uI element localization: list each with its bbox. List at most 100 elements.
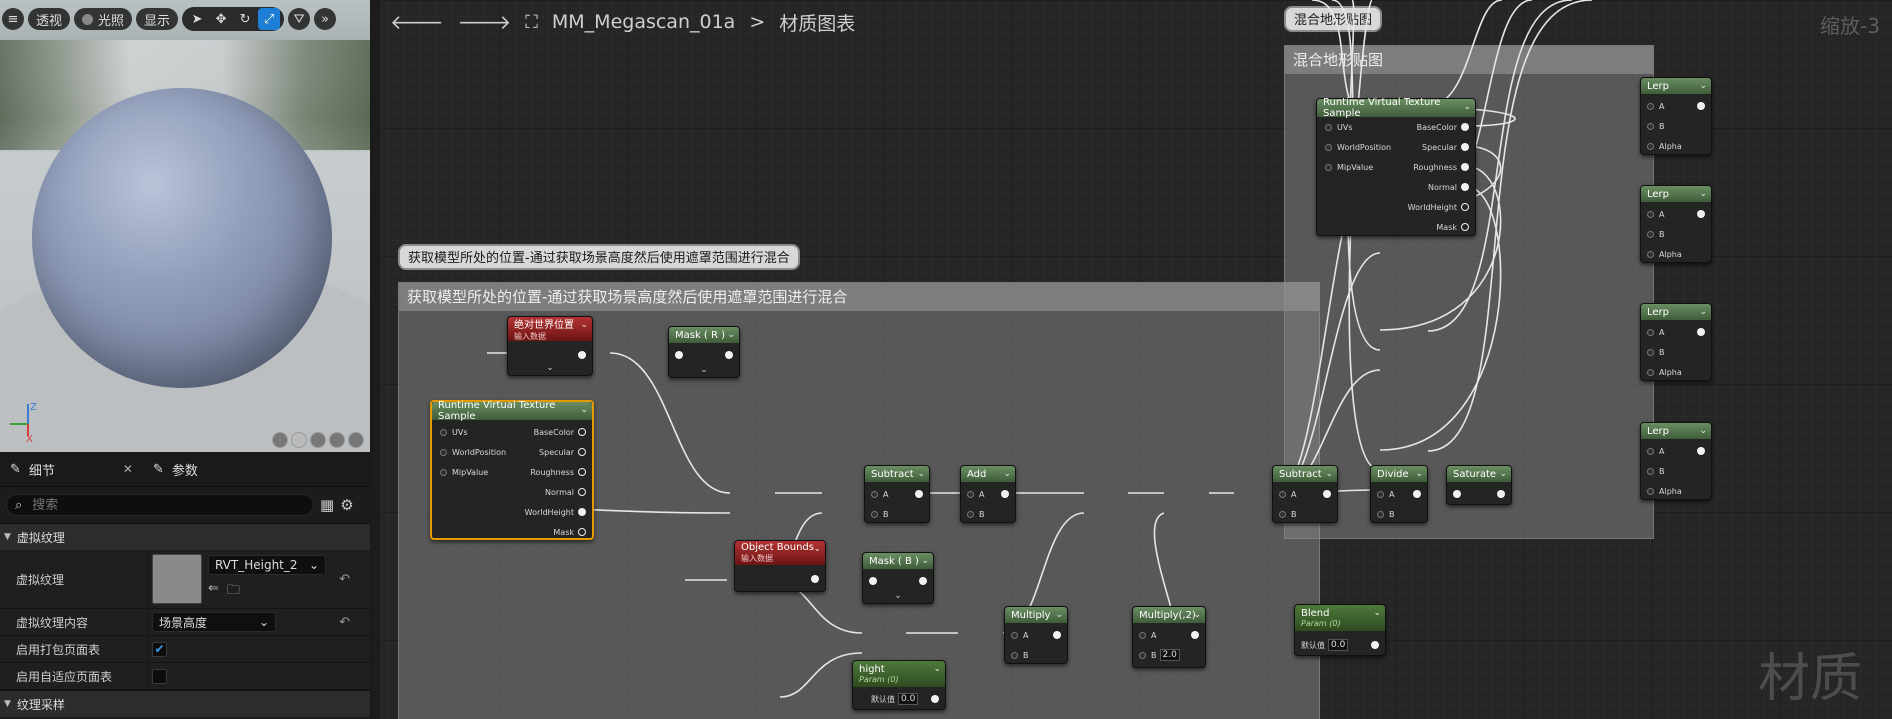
output-pin[interactable] <box>1367 639 1379 651</box>
node-add[interactable]: Add ⌄ A B <box>960 465 1016 523</box>
output-pin[interactable] <box>721 349 733 361</box>
node-mask-r[interactable]: Mask ( R ) ⌄ ⌄ <box>668 326 740 378</box>
output-pin[interactable] <box>915 575 927 587</box>
chevron-down-icon[interactable]: ⌄ <box>1003 469 1011 479</box>
cylinder-icon[interactable] <box>272 432 288 448</box>
node-subtract-1[interactable]: Subtract ⌄ A B <box>864 465 930 523</box>
chevron-down-icon[interactable]: ⌄ <box>1699 189 1707 199</box>
adaptive-checkbox[interactable] <box>152 668 167 684</box>
output-pin-basecolor[interactable]: BaseColor <box>534 426 586 438</box>
output-pin-roughness[interactable]: Roughness <box>1413 161 1469 173</box>
output-pin[interactable] <box>1187 629 1199 641</box>
chevron-down-icon[interactable]: ⌄ <box>1499 469 1507 479</box>
chevron-down-icon[interactable]: ⌄ <box>1699 307 1707 317</box>
input-pin[interactable] <box>1453 488 1461 500</box>
input-pin-a[interactable]: A <box>1647 100 1664 112</box>
input-pin-alpha[interactable]: Alpha <box>1647 248 1682 260</box>
move-icon[interactable]: ✥ <box>210 8 232 30</box>
input-pin-alpha[interactable]: Alpha <box>1647 485 1682 497</box>
show-button[interactable]: 显示 <box>136 8 179 30</box>
chevron-down-icon[interactable]: ⌄ <box>1699 81 1707 91</box>
output-pin[interactable] <box>807 573 819 585</box>
default-value-field[interactable]: 0.0 <box>898 693 919 705</box>
output-pin-worldheight[interactable]: WorldHeight <box>1408 201 1469 213</box>
sphere-icon[interactable] <box>291 432 307 448</box>
output-pin-roughness[interactable]: Roughness <box>530 466 586 478</box>
output-pin[interactable] <box>997 488 1009 500</box>
output-pin-basecolor[interactable]: BaseColor <box>1417 121 1469 133</box>
input-pin-worldposition[interactable]: WorldPosition <box>1325 141 1391 153</box>
input-pin-b[interactable]: B <box>1647 346 1665 358</box>
chevron-down-icon[interactable]: ⌄ <box>1373 608 1381 618</box>
input-pin-a[interactable]: A <box>1647 445 1664 457</box>
chevron-down-icon[interactable]: ⌄ <box>933 664 941 674</box>
output-pin-specular[interactable]: Specular <box>539 446 586 458</box>
tab-params[interactable]: ✎ 参数 <box>143 452 208 486</box>
input-pin-a[interactable]: A <box>1647 208 1664 220</box>
node-saturate[interactable]: Saturate ⌄ <box>1446 465 1512 505</box>
input-pin-b[interactable]: B <box>871 508 889 520</box>
asset-name[interactable]: MM_Megascan_01a <box>552 11 735 33</box>
forward-arrow-icon[interactable]: 🡒 <box>458 10 512 34</box>
section-texture-sampling[interactable]: ▼ 纹理采样 <box>0 690 370 717</box>
output-pin[interactable] <box>1493 488 1505 500</box>
node-multiply-1[interactable]: Multiply ⌄ A B <box>1004 606 1068 664</box>
expand-icon[interactable]: ⌄ <box>669 365 739 375</box>
node-subtract-2[interactable]: Subtract ⌄ A B <box>1272 465 1338 523</box>
more-button[interactable]: » <box>314 8 337 30</box>
input-pin-worldposition[interactable]: WorldPosition <box>440 446 506 458</box>
output-pin-mask[interactable]: Mask <box>1436 221 1469 233</box>
node-lerp-3[interactable]: Lerp ⌄ A B Alpha <box>1640 303 1712 381</box>
table-view-icon[interactable]: ▦ <box>320 496 334 514</box>
output-pin[interactable] <box>1693 326 1705 338</box>
input-pin-a[interactable]: A <box>1139 629 1156 641</box>
output-pin[interactable] <box>1693 445 1705 457</box>
input-pin-a[interactable]: A <box>1647 326 1664 338</box>
output-pin-normal[interactable]: Normal <box>545 486 586 498</box>
input-pin-b[interactable]: B <box>1279 508 1297 520</box>
node-lerp-4[interactable]: Lerp ⌄ A B Alpha <box>1640 422 1712 500</box>
output-pin-specular[interactable]: Specular <box>1422 141 1469 153</box>
input-pin-mipvalue[interactable]: MipValue <box>440 466 488 478</box>
expand-icon[interactable]: ⌄ <box>508 363 592 373</box>
output-pin[interactable] <box>1319 488 1331 500</box>
expand-icon[interactable]: ⌄ <box>863 591 933 601</box>
chevron-down-icon[interactable]: ⌄ <box>1463 102 1471 112</box>
lighting-button[interactable]: 光照 <box>74 8 133 30</box>
node-multiply-2[interactable]: Multiply(,2) ⌄ A B 2.0 <box>1132 606 1206 668</box>
texture-thumbnail[interactable] <box>152 554 202 604</box>
node-rvt-sample-right[interactable]: Runtime Virtual Texture Sample ⌄ UVs Wor… <box>1316 97 1476 236</box>
chevron-down-icon[interactable]: ⌄ <box>727 330 735 340</box>
input-pin-uvs[interactable]: UVs <box>440 426 468 438</box>
output-pin[interactable] <box>1409 488 1421 500</box>
input-pin-b[interactable]: B <box>1011 649 1029 661</box>
input-pin-b[interactable]: B 2.0 <box>1139 649 1180 661</box>
plane-icon[interactable] <box>310 432 326 448</box>
output-pin[interactable] <box>574 349 586 361</box>
chevron-down-icon[interactable]: ⌄ <box>917 469 925 479</box>
input-pin[interactable] <box>675 349 683 361</box>
output-pin[interactable] <box>1049 629 1061 641</box>
chevron-down-icon[interactable]: ⌄ <box>1699 426 1707 436</box>
input-pin-a[interactable]: A <box>1377 488 1394 500</box>
cube-icon[interactable] <box>329 432 345 448</box>
input-pin-a[interactable]: A <box>967 488 984 500</box>
node-lerp-1[interactable]: Lerp ⌄ A B Alpha <box>1640 77 1712 155</box>
chevron-down-icon[interactable]: ⌄ <box>1055 610 1063 620</box>
use-selected-icon[interactable]: ⇐ <box>208 581 219 603</box>
output-pin-worldheight[interactable]: WorldHeight <box>525 506 586 518</box>
chevron-down-icon[interactable]: ⌄ <box>580 320 588 330</box>
node-divide[interactable]: Divide ⌄ A B <box>1370 465 1428 523</box>
vt-content-dropdown[interactable]: 场景高度 ⌄ <box>152 612 276 632</box>
node-lerp-2[interactable]: Lerp ⌄ A B Alpha <box>1640 185 1712 263</box>
input-pin-b[interactable]: B <box>1647 465 1665 477</box>
close-icon[interactable]: ✕ <box>123 462 133 476</box>
chevron-down-icon[interactable]: ⌄ <box>921 556 929 566</box>
section-virtual-texture[interactable]: ▼ 虚拟纹理 <box>0 523 370 550</box>
chevron-down-icon[interactable]: ⌄ <box>1415 469 1423 479</box>
input-pin-alpha[interactable]: Alpha <box>1647 366 1682 378</box>
input-pin-b[interactable]: B <box>1647 120 1665 132</box>
node-absolute-world-position[interactable]: 绝对世界位置 输入数据 ⌄ ⌄ <box>507 316 593 376</box>
tab-details[interactable]: ✎ 细节 ✕ <box>0 452 143 486</box>
vt-asset-dropdown[interactable]: RVT_Height_2 ⌄ <box>208 555 326 575</box>
